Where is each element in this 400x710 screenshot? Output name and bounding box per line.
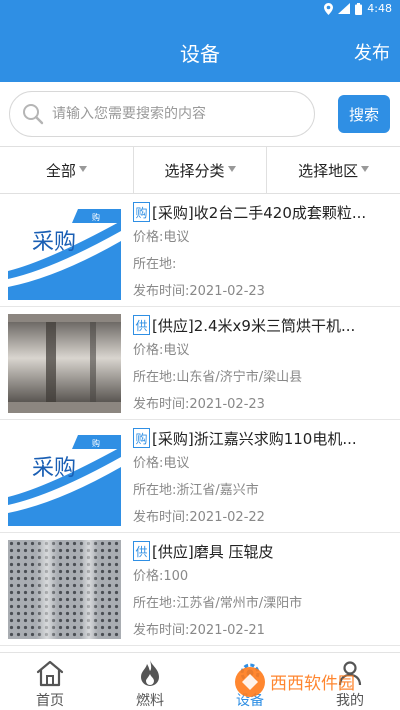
location-value: 山东省/济宁市/梁山县 [176,370,303,385]
thumb-text: 采购 [32,456,76,481]
item-info: 供 [供应]磨具 压辊皮 价格:100 所在地:江苏省/常州市/溧阳市 发布时间… [133,539,392,644]
price-label: 价格: [133,456,164,471]
item-thumbnail: 购 采购 [8,427,121,526]
dropdown-arrow-icon [78,165,87,172]
item-title: [供应]磨具 压辊皮 [152,542,274,561]
price-label: 价格: [133,230,164,245]
item-time: 发布时间:2021-02-23 [133,391,392,418]
home-icon [36,660,64,687]
item-info: 购 [采购]浙江嘉兴求购110电机... 价格:电议 所在地:浙江省/嘉兴市 发… [133,426,392,531]
price-value: 电议 [163,343,190,358]
dropdown-arrow-icon [361,165,370,172]
filter-bar: 全部 选择分类 选择地区 [0,146,400,194]
list-item[interactable]: 购 采购 购 [采购]浙江嘉兴求购110电机... 价格:电议 所在地:浙江省/… [0,420,400,533]
item-price: 价格:100 [133,563,392,590]
search-icon [23,104,44,125]
item-title: [供应]2.4米x9米三筒烘干机... [152,316,356,335]
time-label: 发布时间: [133,623,190,638]
item-tag: 供 [133,315,150,335]
user-icon [338,661,362,686]
time-label: 发布时间: [133,510,190,525]
item-thumbnail: 购 采购 [8,201,121,300]
list-item[interactable]: 供 [供应]2.4米x9米三筒烘干机... 价格:电议 所在地:山东省/济宁市/… [0,307,400,420]
item-tag: 供 [133,541,150,561]
svg-text:购: 购 [92,438,100,448]
battery-icon [355,2,363,15]
app-bar: 设备 发布 [0,18,400,82]
filter-label: 选择地区 [298,161,359,180]
item-location: 所在地:浙江省/嘉兴市 [133,477,392,504]
status-bar: 4:48 [0,0,400,18]
tab-label: 首页 [36,693,64,709]
filter-region[interactable]: 选择地区 [267,147,400,193]
tab-equipment[interactable]: 设备 [200,653,300,710]
item-title: [采购]浙江嘉兴求购110电机... [152,429,357,448]
item-location: 所在地:江苏省/常州市/溧阳市 [133,590,392,617]
list-item[interactable]: 购 采购 购 [采购]收2台二手420成套颗粒... 价格:电议 所在地: 发布… [0,194,400,307]
status-time: 4:48 [367,2,392,15]
bottom-tab-bar: 首页 燃料 设备 我的 [0,652,400,710]
tab-home[interactable]: 首页 [0,653,100,710]
equipment-icon [240,663,260,683]
filter-label: 选择分类 [164,161,225,180]
item-info: 购 [采购]收2台二手420成套颗粒... 价格:电议 所在地: 发布时间:20… [133,200,392,305]
item-time: 发布时间:2021-02-21 [133,617,392,644]
location-label: 所在地: [133,370,177,385]
search-row: 搜索 [0,82,400,146]
filter-label: 全部 [45,161,76,180]
item-tag: 购 [133,428,150,448]
search-button[interactable]: 搜索 [338,95,390,133]
item-time: 发布时间:2021-02-22 [133,504,392,531]
svg-text:购: 购 [92,212,100,222]
location-value: 江苏省/常州市/溧阳市 [176,596,303,611]
location-label: 所在地: [133,483,177,498]
item-location: 所在地:山东省/济宁市/梁山县 [133,364,392,391]
time-value: 2021-02-23 [189,397,265,412]
search-input[interactable] [52,106,292,122]
publish-button[interactable]: 发布 [354,39,390,65]
price-value: 电议 [163,456,190,471]
flame-icon [141,660,159,686]
item-price: 价格:电议 [133,224,392,251]
time-value: 2021-02-22 [189,510,265,525]
price-value: 电议 [163,230,190,245]
location-value: 浙江省/嘉兴市 [176,483,259,498]
item-location: 所在地: [133,251,392,278]
location-icon [324,2,334,15]
time-value: 2021-02-23 [189,284,265,299]
price-label: 价格: [133,343,164,358]
filter-category[interactable]: 选择分类 [134,147,268,193]
item-price: 价格:电议 [133,337,392,364]
item-title: [采购]收2台二手420成套颗粒... [152,203,367,222]
price-value: 100 [163,569,189,584]
tab-label: 设备 [236,693,264,709]
filter-all[interactable]: 全部 [0,147,134,193]
tab-mine[interactable]: 我的 [300,653,400,710]
listing: 购 采购 购 [采购]收2台二手420成套颗粒... 价格:电议 所在地: 发布… [0,194,400,646]
item-tag: 购 [133,202,150,222]
item-time: 发布时间:2021-02-23 [133,278,392,305]
time-label: 发布时间: [133,284,190,299]
item-info: 供 [供应]2.4米x9米三筒烘干机... 价格:电议 所在地:山东省/济宁市/… [133,313,392,418]
tab-label: 我的 [336,693,364,709]
search-box[interactable] [9,91,315,137]
item-thumbnail [8,540,121,639]
status-icons: 4:48 [324,2,392,15]
location-label: 所在地: [133,257,177,272]
page-title: 设备 [180,42,220,66]
item-thumbnail [8,314,121,413]
thumb-text: 采购 [32,230,76,255]
time-value: 2021-02-21 [189,623,265,638]
time-label: 发布时间: [133,397,190,412]
tab-label: 燃料 [136,693,164,709]
price-label: 价格: [133,569,164,584]
location-label: 所在地: [133,596,177,611]
dropdown-arrow-icon [227,165,236,172]
item-price: 价格:电议 [133,450,392,477]
tab-fuel[interactable]: 燃料 [100,653,200,710]
list-item[interactable]: 供 [供应]磨具 压辊皮 价格:100 所在地:江苏省/常州市/溧阳市 发布时间… [0,533,400,646]
signal-icon [338,3,351,14]
